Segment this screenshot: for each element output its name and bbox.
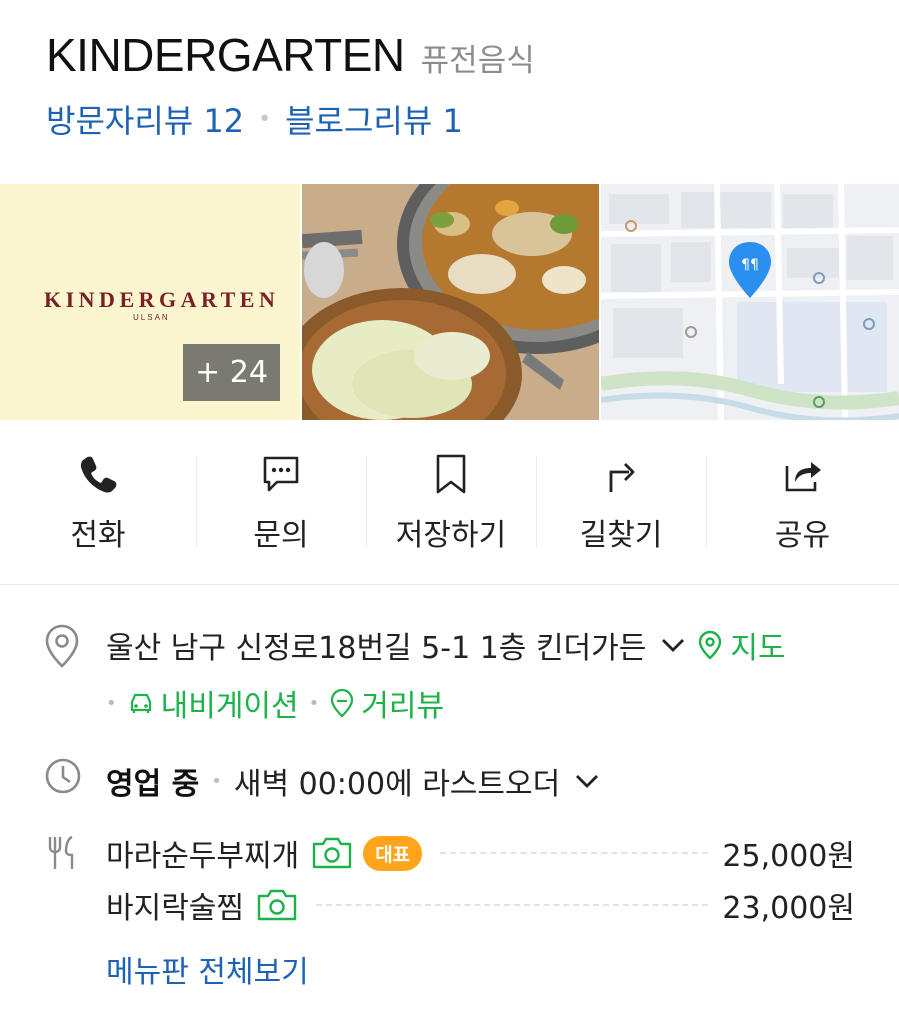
clock-icon (45, 758, 81, 794)
navigation-label: 내비게이션 (160, 689, 299, 724)
photo-map[interactable]: ¶¶ (601, 184, 899, 420)
save-label: 저장하기 (395, 518, 507, 553)
food-photo-image (302, 184, 599, 420)
more-photos-badge[interactable]: + 24 (183, 344, 280, 401)
hours-detail: 새벽 00:00에 라스트오더 (233, 767, 561, 802)
dotted-leader (316, 904, 709, 906)
save-button[interactable]: 저장하기 (366, 420, 536, 584)
logo-image-subtext: ULSAN (133, 313, 170, 322)
share-icon (785, 462, 821, 492)
menu-item-price: 25,000원 (722, 839, 855, 874)
share-button[interactable]: 공유 (706, 420, 899, 584)
place-category: 퓨전음식 (420, 43, 535, 79)
street-view-label: 거리뷰 (361, 689, 445, 724)
navigation-link[interactable]: 내비게이션 (127, 681, 299, 725)
menu-item-price: 23,000원 (722, 891, 855, 926)
logo-image-text: KINDERGARTEN (44, 287, 280, 312)
address-text[interactable]: 울산 남구 신정로18번길 5-1 1층 킨더가든 (106, 623, 646, 667)
address-sub-links: • 내비게이션 • 거리뷰 (106, 681, 444, 725)
call-label: 전화 (70, 518, 126, 553)
phone-icon (80, 456, 117, 493)
chevron-down-icon[interactable] (574, 771, 600, 791)
car-icon (130, 693, 151, 713)
map-thumbnail: ¶¶ (601, 184, 899, 420)
svg-text:¶¶: ¶¶ (741, 257, 759, 273)
photo-strip: KINDERGARTEN ULSAN + 24 ¶¶ (0, 184, 899, 420)
full-menu-link[interactable]: 메뉴판 전체보기 (106, 947, 309, 991)
menu-item[interactable]: 바지락술찜 23,000원 (106, 883, 855, 927)
title-row: KINDERGARTEN 퓨전음식 (46, 28, 535, 82)
camera-icon[interactable] (256, 888, 298, 922)
business-status: 영업 중 (106, 767, 200, 802)
visitor-review-link[interactable]: 방문자리뷰 12 (46, 96, 244, 142)
map-link-label: 지도 (730, 631, 786, 666)
bookmark-icon (436, 454, 466, 494)
business-hours-row[interactable]: 영업 중 • 새벽 00:00에 라스트오더 (106, 759, 600, 803)
action-bar: 전화 문의 저장하기 길찾기 공유 (0, 420, 899, 584)
share-label: 공유 (774, 518, 831, 553)
camera-icon[interactable] (311, 836, 353, 870)
menu-item-name: 마라순두부찌개 (106, 839, 300, 874)
inquiry-label: 문의 (253, 518, 309, 553)
location-pin-icon (45, 624, 79, 668)
menu-item-name: 바지락술찜 (106, 891, 244, 926)
photo-logo[interactable]: KINDERGARTEN ULSAN + 24 (0, 184, 300, 420)
fork-knife-icon (48, 835, 74, 869)
place-header-card: KINDERGARTEN 퓨전음식 방문자리뷰 12 • 블로그리뷰 1 KIN… (0, 0, 899, 585)
street-view-icon (331, 688, 354, 718)
photo-food[interactable] (302, 184, 599, 420)
map-link[interactable]: 지도 (698, 623, 786, 667)
street-view-link[interactable]: 거리뷰 (329, 681, 444, 725)
directions-icon (609, 463, 635, 492)
separator-dot: • (308, 692, 320, 714)
chat-icon (263, 456, 299, 492)
separator-dot: • (258, 106, 272, 132)
inquiry-button[interactable]: 문의 (196, 420, 366, 584)
review-links: 방문자리뷰 12 • 블로그리뷰 1 (46, 96, 463, 142)
map-pin-icon (699, 630, 722, 660)
chevron-down-icon[interactable] (660, 635, 686, 655)
directions-button[interactable]: 길찾기 (536, 420, 706, 584)
menu-item[interactable]: 마라순두부찌개 대표 25,000원 (106, 831, 855, 875)
separator-dot: • (211, 770, 222, 792)
directions-label: 길찾기 (579, 518, 663, 553)
address-row: 울산 남구 신정로18번길 5-1 1층 킨더가든 지도 (106, 623, 786, 667)
place-name: KINDERGARTEN (46, 29, 405, 81)
call-button[interactable]: 전화 (0, 420, 196, 584)
blog-review-link[interactable]: 블로그리뷰 1 (285, 96, 463, 142)
dotted-leader (440, 852, 709, 854)
separator-dot: • (106, 692, 117, 714)
representative-badge: 대표 (363, 835, 423, 871)
